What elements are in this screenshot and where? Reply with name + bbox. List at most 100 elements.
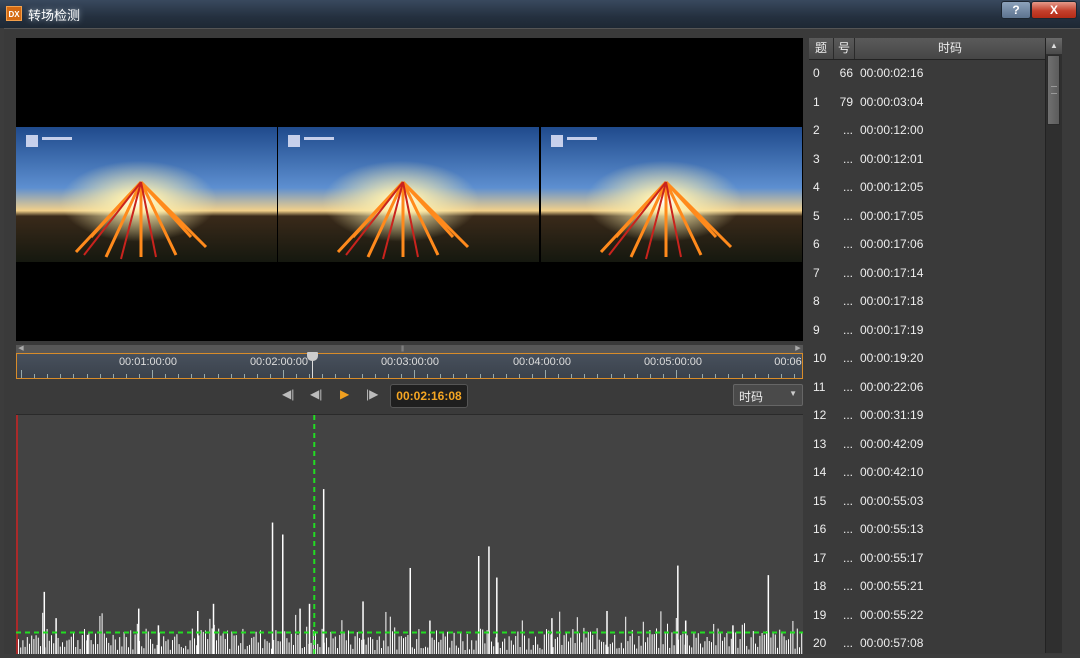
list-item[interactable]: 5... 00:00:17:05 <box>809 203 1046 231</box>
list-item[interactable]: 3... 00:00:12:01 <box>809 146 1046 174</box>
noise-bar <box>165 641 167 654</box>
scroll-left-icon[interactable]: ◀ <box>16 345 26 353</box>
noise-bar <box>125 637 127 654</box>
help-button[interactable]: ? <box>1001 1 1031 19</box>
list-cell-time: 00:00:55:17 <box>860 550 924 565</box>
noise-bar <box>73 633 74 654</box>
noise-bar <box>343 632 345 654</box>
list-item[interactable]: 8... 00:00:17:18 <box>809 288 1046 316</box>
list-cell-count: ... <box>842 408 853 422</box>
column-header-count[interactable]: 号 <box>834 38 855 59</box>
list-cell-num: 17 <box>813 550 827 565</box>
noise-bar <box>570 637 572 654</box>
noise-bar <box>26 637 28 654</box>
list-item[interactable]: 4... 00:00:12:05 <box>809 174 1046 202</box>
noise-bar <box>95 633 96 654</box>
display-mode-select[interactable]: 时码 ▼ <box>733 384 803 406</box>
list-item[interactable]: 2... 00:00:12:00 <box>809 117 1046 145</box>
list-item[interactable]: 6... 00:00:17:06 <box>809 231 1046 259</box>
noise-bar <box>68 639 70 654</box>
list-item[interactable]: 11... 00:00:22:06 <box>809 374 1046 402</box>
column-header-index[interactable]: 题 <box>809 38 834 59</box>
noise-bar <box>62 642 63 654</box>
ruler-tick <box>191 374 193 378</box>
noise-bar <box>392 631 393 654</box>
list-scrollbar[interactable]: ▲ <box>1045 38 1062 653</box>
noise-bar <box>70 636 72 654</box>
noise-bar <box>152 643 154 654</box>
noise-bar <box>794 648 796 654</box>
list-item[interactable]: 18... 00:00:55:21 <box>809 573 1046 601</box>
next-frame-icon[interactable]: |▶ <box>366 387 378 401</box>
list-cell-num: 1 <box>813 94 820 109</box>
noise-bar <box>51 635 52 654</box>
scroll-grip-icon[interactable]: |||| <box>401 346 404 352</box>
list-item[interactable]: 13... 00:00:42:09 <box>809 431 1046 459</box>
scroll-thumb[interactable] <box>1047 55 1060 125</box>
list-item[interactable]: 12... 00:00:31:19 <box>809 402 1046 430</box>
noise-bar <box>572 629 574 654</box>
scroll-up-icon[interactable]: ▲ <box>1046 38 1062 54</box>
ruler-tick <box>204 374 206 378</box>
list-item[interactable]: 19... 00:00:55:22 <box>809 602 1046 630</box>
noise-bar <box>614 634 616 654</box>
window-title: 转场检测 <box>28 8 81 23</box>
detection-graph-plot <box>16 415 803 654</box>
noise-bar <box>480 628 481 654</box>
noise-bar <box>482 629 484 654</box>
timecode-display[interactable]: 00:02:16:08 <box>390 384 468 408</box>
noise-bar <box>257 642 259 654</box>
list-item[interactable]: 1 79 00:00:03:04 <box>809 89 1046 117</box>
playhead-handle-icon[interactable] <box>307 352 319 361</box>
timeline[interactable]: ◀ |||| ▶ 00:01:00:00 00:02:00:00 00:03:0… <box>16 345 803 379</box>
list-cell-count: ... <box>842 208 853 223</box>
noise-bar <box>667 623 668 654</box>
list-item[interactable]: 10... 00:00:19:20 <box>809 345 1046 373</box>
noise-bar <box>220 635 222 654</box>
list-item[interactable]: 17... 00:00:55:17 <box>809 545 1046 573</box>
list-cell-num: 9 <box>813 322 820 337</box>
timeline-ruler[interactable]: 00:01:00:00 00:02:00:00 00:03:00:00 00:0… <box>16 352 803 379</box>
noise-bar <box>506 649 508 654</box>
scroll-right-icon[interactable]: ▶ <box>793 345 803 353</box>
list-item[interactable]: 16... 00:00:55:13 <box>809 516 1046 544</box>
list-item[interactable]: 7... 00:00:17:14 <box>809 260 1046 288</box>
noise-bar <box>262 648 264 654</box>
noise-bar <box>266 641 268 654</box>
list-item[interactable]: 9... 00:00:17:19 <box>809 317 1046 345</box>
ruler-tick <box>479 374 481 378</box>
column-header-timecode[interactable]: 时码 <box>855 38 1046 59</box>
noise-bar <box>706 636 708 654</box>
noise-bar <box>510 640 512 654</box>
noise-bar <box>781 631 783 654</box>
previous-scene-icon[interactable]: ◀| <box>282 387 294 401</box>
noise-bar <box>546 629 547 654</box>
previous-frame-icon[interactable]: ◀| <box>310 387 322 401</box>
list-item[interactable]: 20... 00:00:57:08 <box>809 630 1046 658</box>
noise-bar <box>530 649 532 654</box>
app-logo-icon: DX <box>6 6 22 21</box>
noise-bar <box>675 617 677 654</box>
playhead[interactable] <box>307 352 319 378</box>
timeline-label: 00:02:00:00 <box>249 356 309 368</box>
noise-bar <box>726 632 728 654</box>
close-button[interactable]: X <box>1031 1 1077 19</box>
noise-bar <box>147 631 149 654</box>
noise-bar <box>792 620 794 654</box>
noise-bar <box>486 630 488 654</box>
list-item[interactable]: 14... 00:00:42:10 <box>809 459 1046 487</box>
noise-bar <box>374 649 376 654</box>
noise-bar <box>79 648 81 654</box>
list-cell-num: 8 <box>813 294 820 308</box>
list-cell-num: 18 <box>813 579 827 593</box>
play-icon[interactable]: ▶ <box>340 387 349 401</box>
list-item[interactable]: 15... 00:00:55:03 <box>809 488 1046 516</box>
list-item[interactable]: 0 66 00:00:02:16 <box>809 60 1046 88</box>
noise-bar <box>697 633 699 654</box>
detection-graph[interactable] <box>16 414 803 654</box>
peak-bar <box>299 608 301 654</box>
scene-list[interactable]: 题 号 时码 0 66 00:00:02:16 1 79 00:00:03:04 2... 0… <box>809 38 1062 653</box>
noise-bar <box>231 631 233 654</box>
peak-bar <box>429 620 431 654</box>
noise-bar <box>535 636 536 654</box>
